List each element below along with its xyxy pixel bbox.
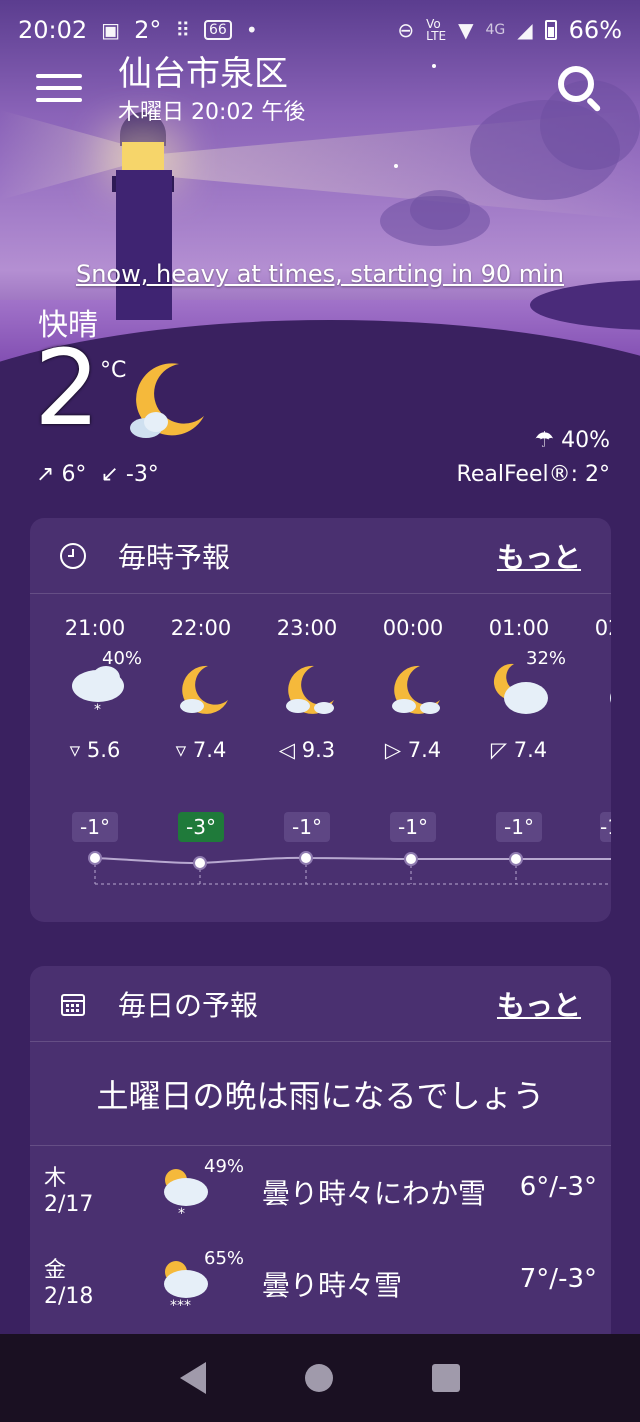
precipitation: ☂ 40% xyxy=(534,428,610,453)
recents-icon[interactable] xyxy=(432,1364,461,1392)
temperature-unit: °C xyxy=(100,358,127,383)
low-temp: -3° xyxy=(125,462,159,487)
dnd-icon: ⊖ xyxy=(397,18,415,42)
svg-text:*: * xyxy=(94,702,101,718)
hour-time: 01:00 xyxy=(488,616,550,640)
navigation-bar xyxy=(0,1334,640,1422)
daily-row[interactable]: 金 2/18 *** 65% 曇り時々雪 7°/-3° xyxy=(30,1238,611,1330)
city-name[interactable]: 仙台市泉区 xyxy=(118,46,288,95)
wind-speed: 5.6 xyxy=(86,738,121,762)
wind-speed: 7.4 xyxy=(407,738,442,762)
star xyxy=(432,64,436,68)
day-weekday: 金 xyxy=(44,1258,67,1283)
day-temps: 7°/-3° xyxy=(519,1264,597,1294)
moon-cloud-icon xyxy=(286,665,334,714)
wind-arrow-icon: ◸ xyxy=(490,738,508,762)
calendar-icon xyxy=(61,993,85,1016)
daily-title: 毎日の予報 xyxy=(118,988,259,1022)
wind-arrow-icon: ▷ xyxy=(384,738,402,762)
moon-cloud-icon xyxy=(180,665,228,714)
day-date: 2/17 xyxy=(44,1192,94,1217)
battery-icon xyxy=(544,20,557,40)
high-low: ↗ 6° ↙ -3° xyxy=(36,462,159,487)
back-icon[interactable] xyxy=(179,1362,206,1394)
notif-temp: 2° xyxy=(134,16,162,44)
moon-cloud-icon xyxy=(610,693,611,703)
menu-icon[interactable] xyxy=(36,74,82,104)
wifi-icon: ▼ xyxy=(458,18,474,42)
wind-speed: 9.3 xyxy=(301,738,336,762)
footsteps-icon: ⠿ xyxy=(175,18,191,42)
wind-arrow-icon: ▿ xyxy=(175,738,187,762)
wind-speed: 7.4 xyxy=(192,738,227,762)
temperature-line xyxy=(88,851,611,885)
phone-sync-icon: ▣ xyxy=(101,18,121,42)
hour-time: 02:00 xyxy=(594,616,611,640)
wind-arrow-icon: ◁ xyxy=(278,738,296,762)
moon-cloud-icon xyxy=(493,663,548,714)
clock: 20:02 xyxy=(18,16,88,44)
high-temp: 6° xyxy=(61,462,87,487)
light-beam xyxy=(0,110,130,200)
clock-icon xyxy=(60,542,86,569)
hour-wind: ◁ 9.3 xyxy=(254,738,360,762)
moon-cloud-icon xyxy=(130,363,204,438)
hourly-forecast-card: 毎時予報 もっと 21:00 40% * ▿ 5.6 22:00 ▿ 7.4 2… xyxy=(30,518,611,922)
day-temps: 6°/-3° xyxy=(519,1172,597,1202)
hour-wind: ▿ 5.6 xyxy=(42,738,148,762)
status-bar: 20:02 ▣ 2° ⠿ 66 • ⊖ Vo LTE ▼ 4G ◢ 66% xyxy=(0,0,640,60)
volte-icon: Vo LTE xyxy=(426,17,447,43)
svg-text:*: * xyxy=(178,1206,185,1222)
date-time: 木曜日 20:02 午後 xyxy=(118,100,306,125)
battery-level: 66% xyxy=(568,16,622,44)
signal-icon: ◢ xyxy=(517,18,533,42)
svg-text:***: *** xyxy=(170,1298,191,1314)
wind-arrow-icon: ▿ xyxy=(69,738,81,762)
home-icon[interactable] xyxy=(304,1364,333,1392)
hour-wind: ◸ 7.4 xyxy=(466,738,572,762)
snow-cloud-icon: * xyxy=(72,666,124,718)
arrow-up-icon: ↗ xyxy=(36,462,55,487)
hourly-title: 毎時予報 xyxy=(118,540,231,574)
hour-time: 21:00 xyxy=(64,616,126,640)
lighthouse-tower xyxy=(116,170,172,320)
cloud-shape xyxy=(410,190,470,230)
precip-value: 40% xyxy=(561,428,610,453)
daily-more-link[interactable]: もっと xyxy=(497,984,581,1024)
day-precip: 65% xyxy=(204,1248,245,1269)
daily-headline[interactable]: 土曜日の晩は雨になるでしょう xyxy=(30,1042,611,1146)
moon-cloud-icon xyxy=(392,665,440,714)
current-temperature: 2 xyxy=(34,327,101,449)
hour-time: 23:00 xyxy=(276,616,338,640)
realfeel: RealFeel®: 2° xyxy=(456,462,610,487)
hourly-header: 毎時予報 もっと xyxy=(30,518,611,594)
day-condition: 曇り時々雪 xyxy=(262,1269,403,1302)
lighthouse-lamp xyxy=(122,142,164,172)
daily-row[interactable]: 木 2/17 * 49% 曇り時々にわか雪 6°/-3° xyxy=(30,1146,611,1238)
sun-snow-cloud-icon: * xyxy=(164,1169,208,1222)
day-weekday: 木 xyxy=(44,1166,67,1191)
minutecast-alert-link[interactable]: Snow, heavy at times, starting in 90 min xyxy=(0,260,640,288)
star xyxy=(394,164,398,168)
network-type: 4G xyxy=(485,22,506,38)
arrow-down-icon: ↙ xyxy=(100,462,119,487)
hour-wind: ▷ 7.4 xyxy=(360,738,466,762)
hourly-more-link[interactable]: もっと xyxy=(497,536,581,576)
dot-icon: • xyxy=(245,18,258,42)
hour-wind: ▿ 7.4 xyxy=(148,738,254,762)
day-precip: 49% xyxy=(204,1156,245,1177)
daily-header: 毎日の予報 もっと xyxy=(30,966,611,1042)
daily-forecast-card: 毎日の予報 もっと 土曜日の晩は雨になるでしょう 木 2/17 * 49% 曇り… xyxy=(30,966,611,1346)
wind-speed: 7.4 xyxy=(513,738,548,762)
sun-snow-cloud-icon: *** xyxy=(164,1261,208,1314)
day-condition: 曇り時々にわか雪 xyxy=(262,1177,487,1210)
badge-icon: 66 xyxy=(204,20,232,40)
search-icon[interactable] xyxy=(558,66,604,113)
hour-time: 00:00 xyxy=(382,616,444,640)
hour-wind: ◸ xyxy=(572,738,611,762)
hour-time: 22:00 xyxy=(170,616,232,640)
day-date: 2/18 xyxy=(44,1284,94,1309)
hourly-list[interactable]: 21:00 40% * ▿ 5.6 22:00 ▿ 7.4 23:00 ◁ 9.… xyxy=(30,594,611,920)
umbrella-icon: ☂ xyxy=(534,428,555,453)
